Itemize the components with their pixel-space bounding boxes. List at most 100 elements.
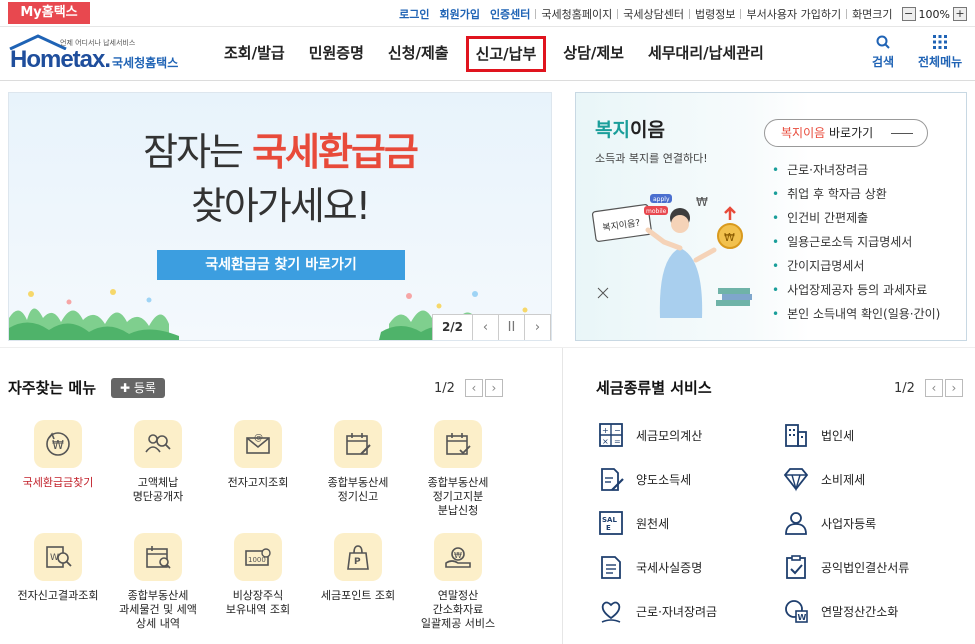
favorites-title: 자주찾는 메뉴 [8,379,97,397]
fav-label: 전자신고결과조회 [17,589,99,602]
svg-text:−: − [614,426,621,435]
favorites-prev-button[interactable]: ‹ [464,379,483,397]
fav-label: 전자고지조회 [227,476,289,489]
section-divider [0,347,975,348]
nav-inquiry-issue[interactable]: 조회/발급 [212,36,297,72]
tax-item-label: 법인세 [821,428,855,443]
tax-item-year-end-simplified[interactable]: W 연말정산간소화 [783,598,898,624]
refund-icon: ₩ [34,420,82,468]
tax-point-bag-icon: P [334,533,382,581]
search-button[interactable]: 검색 [872,35,894,70]
bulk-provide-icon: ₩ [434,533,482,581]
tax-item-public-interest-settlement[interactable]: 공익법인결산서류 [783,554,909,580]
welfare-item-simple-payment[interactable]: 간이지급명세서 [772,254,940,278]
fav-label: 연말정산 간소화자료 일괄제공 서비스 [420,589,496,630]
email-notice-icon: @ [234,420,282,468]
welfare-item-labor-cost[interactable]: 인건비 간편제출 [772,206,940,230]
fav-item-e-filing-result[interactable]: W 전자신고결과조회 [8,533,108,603]
nav-apply-submit[interactable]: 신청/제출 [376,36,461,72]
fav-item-tax-point[interactable]: P 세금포인트 조회 [308,533,408,603]
fav-item-taxable-object-detail[interactable]: 종합부동산세 과세물건 및 세액 상세 내역 [108,533,208,631]
welfare-shortcut-button[interactable]: 복지이음 바로가기 [764,119,928,147]
welfare-item-my-income[interactable]: 본인 소득내역 확인(일용·간이) [772,302,940,326]
login-link[interactable]: 로그인 [394,6,434,22]
banner-controls: 2/2 ‹ II › [432,314,551,340]
signup-link[interactable]: 회원가입 [434,6,484,22]
banner-pause-button[interactable]: II [499,315,525,340]
tax-item-consumption[interactable]: 소비제세 [783,466,865,492]
svg-text:W: W [798,613,807,622]
refund-banner[interactable]: 잠자는 국세환급금 찾아가세요! 국세환급금 찾기 바로가기 2/2 ‹ II … [8,92,552,341]
welfare-title: 복지이음 [595,115,665,142]
tax-services-next-button[interactable]: › [944,379,963,397]
welfare-title-rest: 이음 [629,119,665,141]
tax-item-tax-certificate[interactable]: 국세사실증명 [598,554,702,580]
svg-text:=: = [614,437,621,446]
banner-headline-highlight: 국세환급금 [252,130,419,174]
sale-tag-icon: SALE [599,511,623,535]
utility-bar: My홈택스 로그인 회원가입 인증센터 국세청홈페이지 국세상담센터 법령정보 … [0,0,975,27]
welfare-shortcut-label: 바로가기 [825,126,874,140]
dept-user-signup-link[interactable]: 부서사용자 가입하기 [741,6,846,22]
welfare-item-student-loan[interactable]: 취업 후 학자금 상환 [772,182,940,206]
fav-item-delinquent-list[interactable]: 고액체납 명단공개자 [108,420,208,504]
my-hometax-tab[interactable]: My홈택스 [8,2,90,24]
banner-next-button[interactable]: › [525,315,551,340]
cert-center-link[interactable]: 인증센터 [485,6,535,22]
nav-tax-agent[interactable]: 세무대리/납세관리 [636,36,776,72]
tax-item-mock-calc[interactable]: + − × = 세금모의계산 [598,422,702,448]
favorites-register-button[interactable]: ✚ 등록 [111,378,165,398]
svg-text:P: P [354,557,361,567]
all-menu-button[interactable]: 전체메뉴 [918,35,962,70]
svg-text:×: × [602,437,609,446]
hometax-logo[interactable]: 언제 어디서나 납세서비스 Hometax. 국세청홈택스 [8,34,193,74]
tax-item-label: 소비제세 [821,472,866,487]
tax-item-earned-income-credit[interactable]: 근로·자녀장려금 [598,598,717,624]
diamond-icon [783,468,809,492]
tax-item-capital-gains[interactable]: 양도소득세 [598,466,691,492]
fav-item-e-notice[interactable]: @ 전자고지조회 [208,420,308,490]
svg-text:₩: ₩ [724,231,735,244]
people-search-icon [134,420,182,468]
welfare-item-earned-income-credit[interactable]: 근로·자녀장려금 [772,158,940,182]
welfare-service-list: 근로·자녀장려금 취업 후 학자금 상환 인건비 간편제출 일용근로소득 지급명… [772,158,940,326]
fav-item-installment-request[interactable]: 종합부동산세 정기고지분 분납신청 [408,420,508,518]
nav-report-pay[interactable]: 신고/납부 [465,36,547,72]
favorites-next-button[interactable]: › [484,379,503,397]
welfare-shortcut-accent: 복지이음 [781,126,826,140]
favorites-page-indicator: 1/2 [434,380,455,396]
main-header: 언제 어디서나 납세서비스 Hometax. 국세청홈택스 조회/발급 민원증명… [0,27,975,81]
search-label: 검색 [872,55,895,69]
person-icon [785,512,807,535]
svg-text:1000: 1000 [248,556,266,564]
tax-item-withholding[interactable]: SAL E 원천세 [598,510,669,536]
fav-item-year-end-bulk[interactable]: ₩ 연말정산 간소화자료 일괄제공 서비스 [408,533,508,631]
nts-homepage-link[interactable]: 국세청홈페이지 [536,6,617,22]
fav-label: 고액체납 명단공개자 [132,476,184,503]
fav-item-refund[interactable]: ₩ 국세환급금찾기 [8,420,108,490]
nav-civil-certificate[interactable]: 민원증명 [297,36,376,72]
fav-item-comprehensive-realestate-report[interactable]: 종합부동산세 정기신고 [308,420,408,504]
fav-item-unlisted-stock[interactable]: 1000 비상장주식 보유내역 조회 [208,533,308,617]
welfare-subtitle: 소득과 복지를 연결하다! [595,152,708,165]
tax-services-title: 세금종류별 서비스 [596,379,712,397]
refund-shortcut-button[interactable]: 국세환급금 찾기 바로가기 [157,250,405,280]
banner-prev-button[interactable]: ‹ [473,315,499,340]
svg-text:E: E [606,524,611,532]
stock-certificate-icon: 1000 [234,533,282,581]
fav-label: 비상장주식 보유내역 조회 [225,589,291,616]
tax-item-business-registration[interactable]: 사업자등록 [783,510,876,536]
welfare-item-workplace-provider[interactable]: 사업장제공자 등의 과세자료 [772,278,940,302]
svg-text:₩: ₩ [454,551,462,560]
calendar-check-icon [434,420,482,468]
zoom-out-button[interactable]: − [901,7,916,21]
tax-services-prev-button[interactable]: ‹ [924,379,943,397]
zoom-in-button[interactable]: + [953,7,967,21]
welfare-item-daily-income[interactable]: 일용근로소득 지급명세서 [772,230,940,254]
nav-consult-report[interactable]: 상담/제보 [551,36,636,72]
law-info-link[interactable]: 법령정보 [690,6,740,22]
fav-label: 종합부동산세 정기고지분 분납신청 [427,476,489,517]
consult-center-link[interactable]: 국세상담센터 [618,6,689,22]
tax-item-corporate[interactable]: 법인세 [783,422,854,448]
banner-headline-line2: 찾아가세요! [190,184,371,228]
